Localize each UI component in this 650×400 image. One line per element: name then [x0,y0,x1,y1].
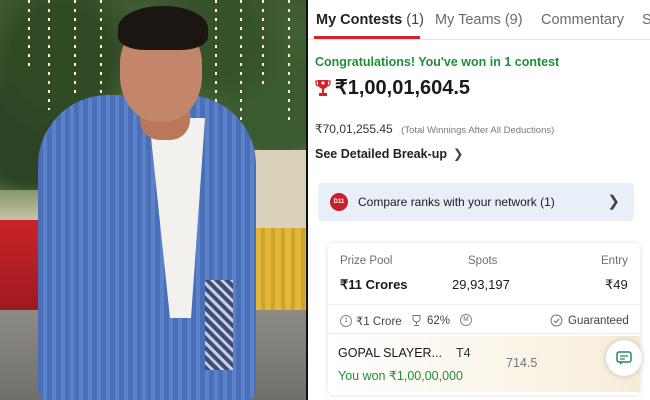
tab-commentary[interactable]: Commentary [541,12,624,28]
tab-my-teams-count: (9) [504,12,523,28]
chat-button[interactable] [606,340,642,376]
tab-bar: My Contests (1) My Teams (9) Commentary … [308,0,650,40]
chevron-right-icon: ❯ [453,147,464,161]
compare-ranks-banner[interactable]: D11 Compare ranks with your network (1) … [318,183,634,221]
team-tag: T4 [456,346,471,360]
tab-commentary-label: Commentary [541,12,624,28]
compare-ranks-label: Compare ranks with your network (1) [358,195,555,209]
spots-header: Spots [468,255,498,267]
total-winning-amount: ₹1,00,01,604.5 [335,77,471,99]
tab-my-teams[interactable]: My Teams (9) [435,12,523,28]
team-points: 714.5 [506,356,538,370]
spots-value: 29,93,197 [452,277,510,292]
prize-pool-value: ₹11 Crores [340,277,408,292]
multi-entry-meta: M [460,314,476,326]
net-winnings-amount: ₹70,01,255.45 [315,122,393,136]
breakup-label: See Detailed Break-up [315,147,447,161]
winners-percent-meta: 62% [410,314,450,327]
guaranteed-label: Guaranteed [568,314,629,327]
profile-photo [0,0,308,400]
medal-icon: 1 [340,315,352,327]
dream11-logo-icon: D11 [330,193,348,211]
team-won-amount: You won ₹1,00,00,000 [338,369,463,383]
active-tab-indicator [314,36,420,39]
detailed-breakup-link[interactable]: See Detailed Break-up ❯ [315,146,463,161]
contest-app-screen: My Contests (1) My Teams (9) Commentary … [308,0,650,400]
tab-my-contests-label: My Contests [316,12,403,28]
percent-trophy-icon [412,315,421,326]
guaranteed-meta: Guaranteed [550,314,629,327]
net-winnings-line: ₹70,01,255.45 (Total Winnings After All … [315,120,554,138]
photo-man-scarf [205,280,233,370]
first-prize-meta: 1 ₹1 Crore [340,314,402,328]
team-result-row[interactable]: GOPAL SLAYER... T4 714.5 You won ₹1,00,0… [328,336,640,392]
winners-percent-value: 62% [427,314,451,327]
card-divider [328,304,640,305]
tab-my-contests-count: (1) [406,12,424,28]
entry-value: ₹49 [605,277,628,292]
photo-man-hair [118,6,208,50]
tab-my-contests[interactable]: My Contests (1) [316,12,424,28]
team-name: GOPAL SLAYER... [338,346,442,360]
contest-card[interactable]: Prize Pool Spots Entry ₹11 Crores 29,93,… [328,243,640,395]
guaranteed-check-icon [550,314,563,327]
trophy-icon [315,80,331,96]
card-divider [328,333,640,334]
tab-my-teams-label: My Teams [435,12,501,28]
net-winnings-note: (Total Winnings After All Deductions) [401,125,555,136]
tab-scorecard-label: S [642,12,650,28]
entry-header: Entry [601,255,628,267]
congrats-message: Congratulations! You've won in 1 contest [315,55,560,69]
chat-icon [616,351,632,365]
multi-entry-icon: M [460,314,472,326]
tab-scorecard-partial[interactable]: S [642,12,650,28]
first-prize-value: ₹1 Crore [356,316,402,328]
chevron-right-icon: ❯ [607,193,620,210]
prize-pool-header: Prize Pool [340,255,393,267]
